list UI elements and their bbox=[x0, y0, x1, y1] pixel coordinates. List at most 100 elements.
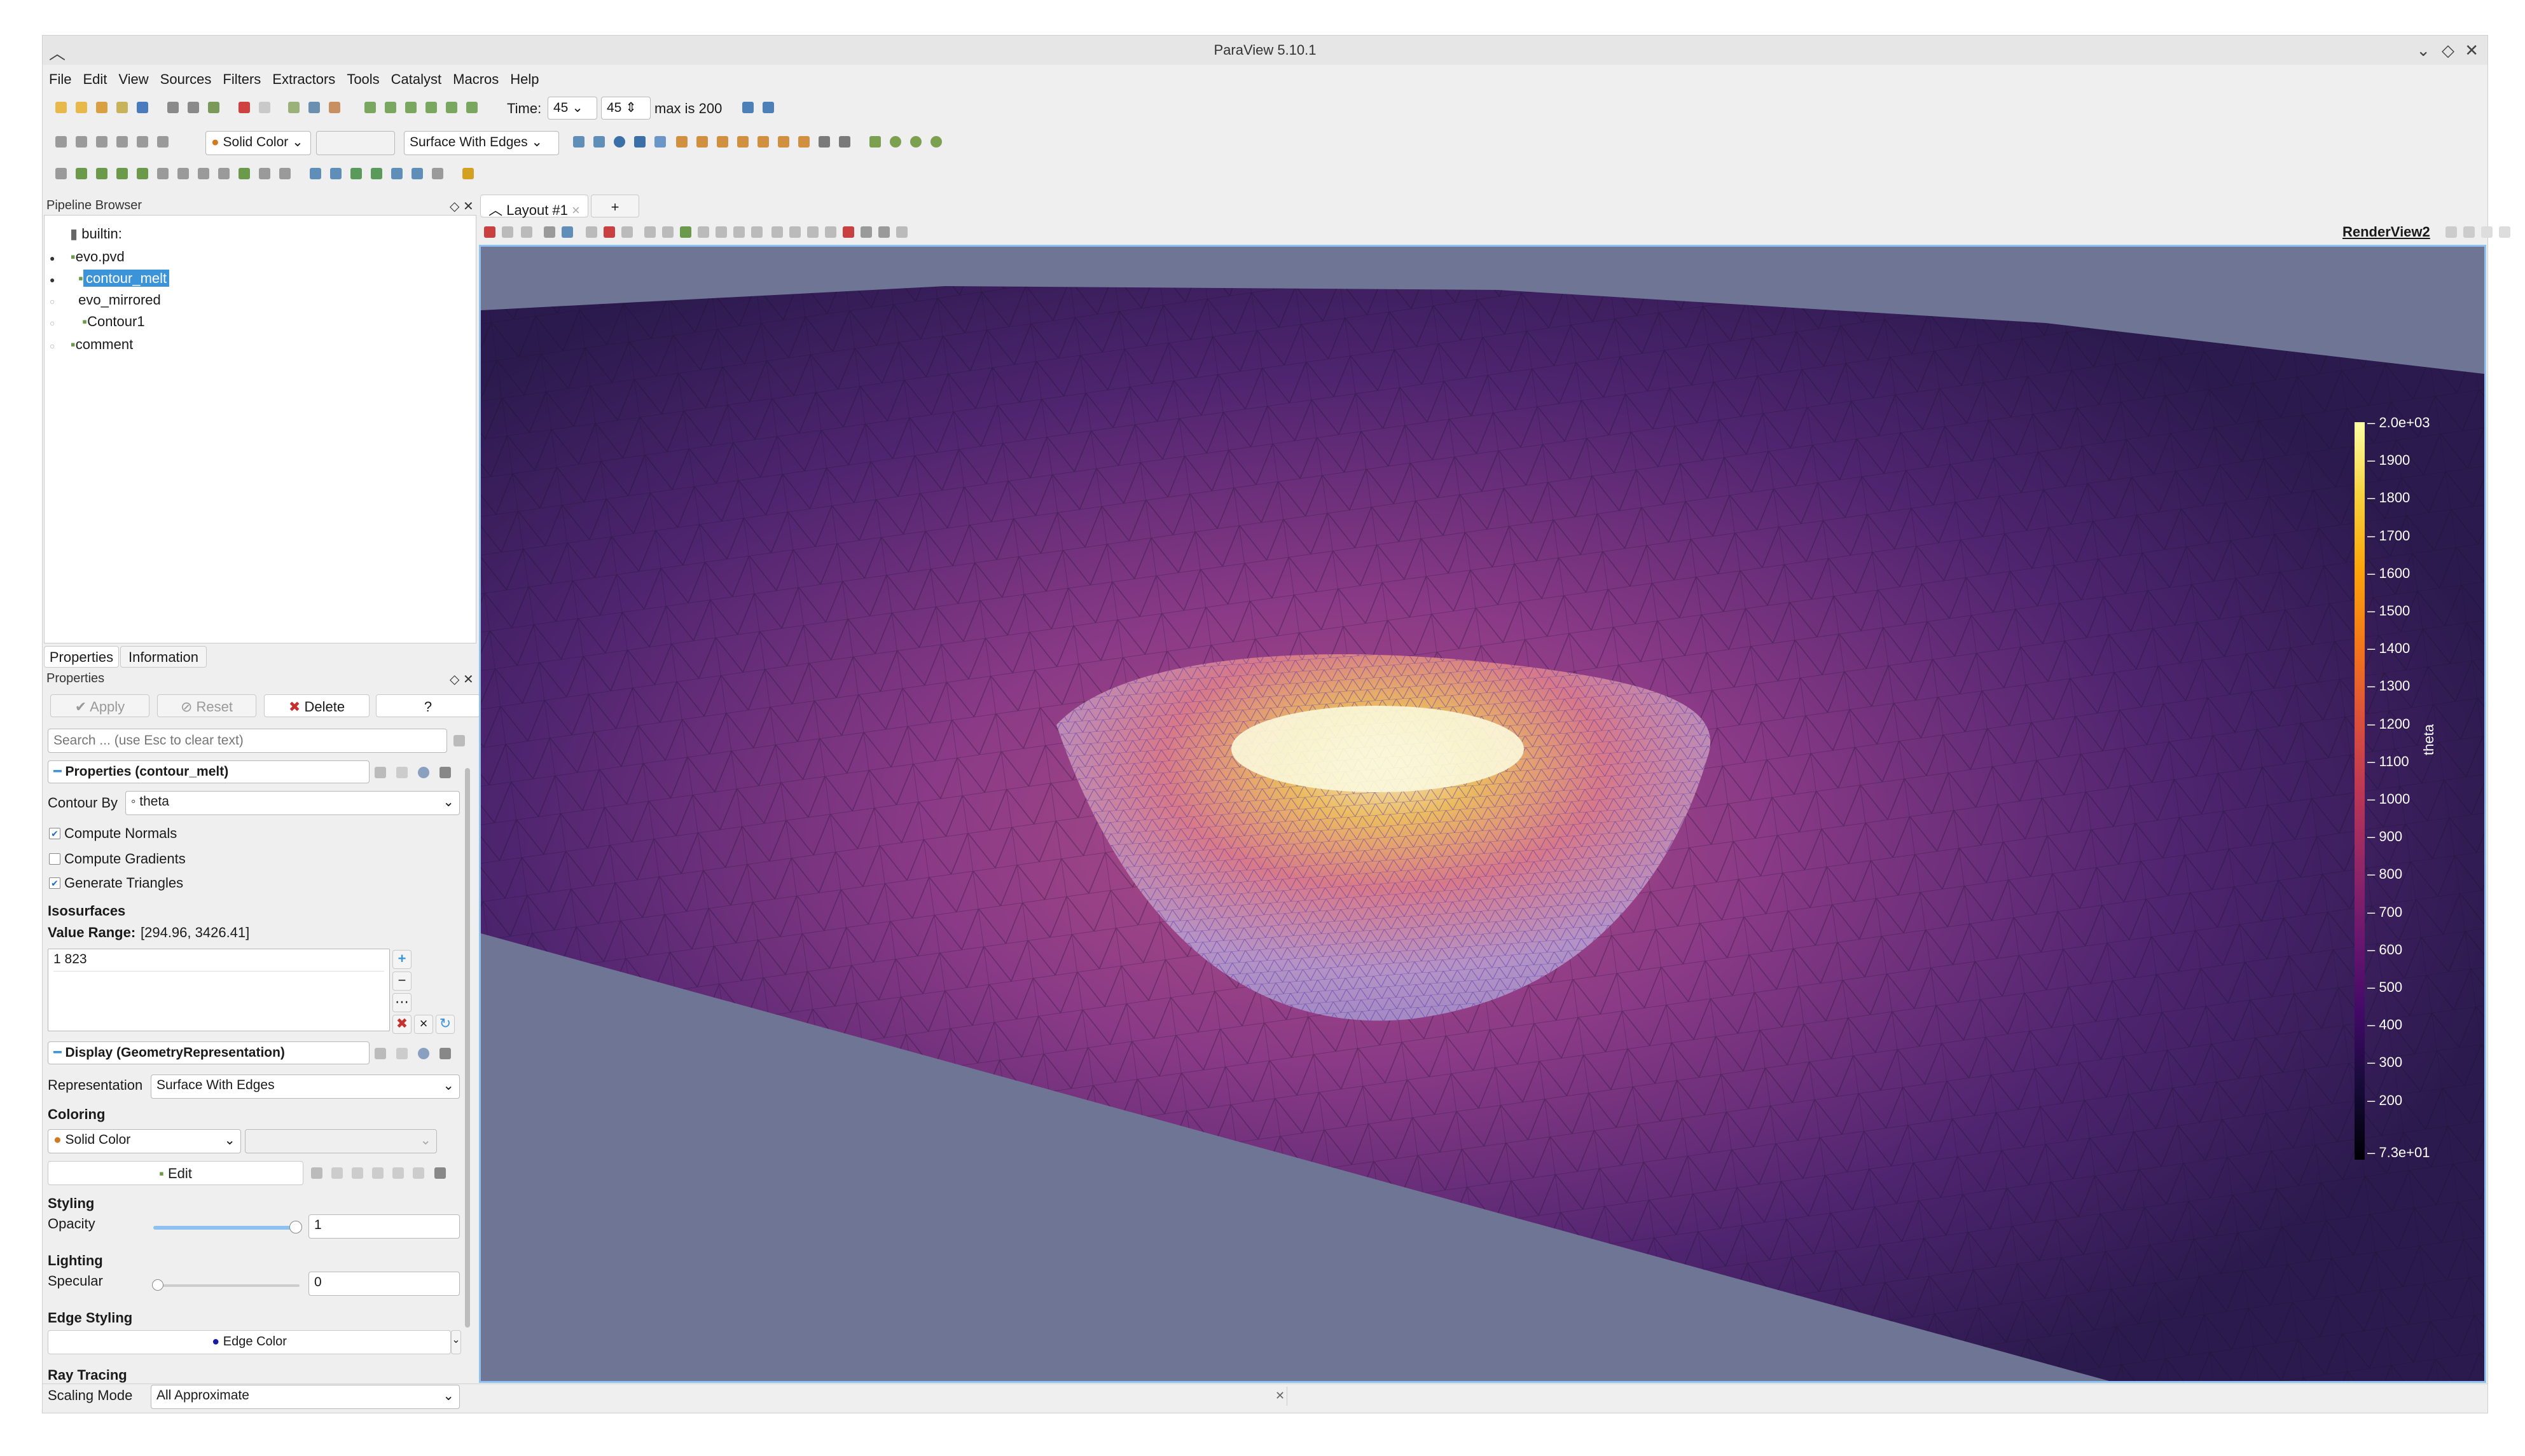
sel-clear-icon[interactable] bbox=[751, 226, 763, 238]
apply-button[interactable]: ✔ Apply bbox=[50, 694, 149, 717]
next-frame-icon[interactable] bbox=[425, 102, 437, 113]
pipeline-item-builtin[interactable]: ▮ builtin: bbox=[70, 226, 122, 242]
contour-by-select[interactable]: ◦ theta ⌄ bbox=[125, 791, 460, 815]
render-scene[interactable] bbox=[481, 247, 2484, 1381]
axes-grid-icon[interactable] bbox=[869, 136, 881, 148]
maximize-view-icon[interactable] bbox=[2481, 226, 2493, 238]
view-plus-z-icon[interactable] bbox=[737, 136, 749, 148]
warp-icon[interactable] bbox=[218, 168, 230, 179]
close-icon[interactable]: ✕ bbox=[2465, 41, 2479, 60]
menu-extractors[interactable]: Extractors bbox=[266, 65, 340, 88]
capture-icon[interactable] bbox=[484, 226, 495, 238]
disconnect-icon[interactable] bbox=[167, 102, 179, 113]
find-data-icon[interactable] bbox=[763, 102, 774, 113]
reset-center-icon[interactable] bbox=[930, 136, 942, 148]
sel-surface-points-icon[interactable] bbox=[604, 226, 615, 238]
toggle-icon[interactable] bbox=[55, 136, 67, 148]
rescale-icon[interactable] bbox=[76, 136, 87, 148]
search-input[interactable] bbox=[48, 729, 447, 753]
opacity-slider[interactable] bbox=[153, 1226, 296, 1230]
view-zoom-icon[interactable] bbox=[562, 226, 573, 238]
sel-shrink-icon[interactable] bbox=[733, 226, 745, 238]
component-select[interactable] bbox=[316, 131, 395, 155]
extract-level-icon[interactable] bbox=[259, 168, 270, 179]
pipeline-item-contour1[interactable]: ○ ▪Contour1 bbox=[50, 313, 145, 330]
pipeline-undock-icon[interactable]: ◇ ✕ bbox=[450, 198, 474, 214]
menu-help[interactable]: Help bbox=[504, 65, 544, 88]
sel-edit-icon[interactable] bbox=[825, 226, 836, 238]
view-plus-x-icon[interactable] bbox=[654, 136, 666, 148]
time-index-spinbox[interactable]: 45 ⇕ bbox=[601, 97, 651, 120]
plot-over-line-icon[interactable] bbox=[279, 168, 291, 179]
isovalue-item[interactable]: 1 823 bbox=[53, 952, 384, 972]
slice-icon[interactable] bbox=[116, 168, 128, 179]
save-data-icon[interactable] bbox=[96, 102, 107, 113]
select-cells-icon[interactable] bbox=[310, 168, 321, 179]
clear-selection-icon[interactable] bbox=[432, 168, 443, 179]
calculator-icon[interactable] bbox=[55, 168, 67, 179]
palette-icon[interactable] bbox=[329, 102, 340, 113]
sel-frustum-icon[interactable] bbox=[621, 226, 633, 238]
remove-value-button[interactable]: − bbox=[392, 972, 412, 991]
sel-grow-icon[interactable] bbox=[716, 226, 727, 238]
settings-icon[interactable] bbox=[208, 102, 219, 113]
representation-select-panel[interactable]: Surface With Edges ⌄ bbox=[151, 1075, 460, 1099]
save-state-icon[interactable] bbox=[116, 102, 128, 113]
tab-information[interactable]: Information bbox=[120, 646, 207, 668]
colormap-icon-2[interactable] bbox=[331, 1167, 343, 1179]
first-frame-icon[interactable] bbox=[364, 102, 376, 113]
grow-selection-icon[interactable] bbox=[371, 168, 382, 179]
view-minus-z-icon[interactable] bbox=[758, 136, 769, 148]
view-plus-y-icon[interactable] bbox=[696, 136, 708, 148]
reset-button[interactable]: ⊘ Reset bbox=[157, 694, 256, 717]
close-view-icon[interactable] bbox=[2499, 226, 2510, 238]
save-default-icon[interactable] bbox=[439, 767, 451, 778]
server-icon[interactable] bbox=[188, 102, 199, 113]
colormap-icon-4[interactable] bbox=[372, 1167, 384, 1179]
delete-button[interactable]: ✖ Delete bbox=[264, 694, 370, 717]
render-view[interactable]: theta – 2.0e+03 – 1900 – 1800 – 1700 – 1600 –… bbox=[479, 245, 2486, 1383]
recent-icon[interactable] bbox=[76, 102, 87, 113]
coloring-component-select[interactable]: ⌄ bbox=[245, 1129, 437, 1153]
rescale-visible-icon[interactable] bbox=[116, 136, 128, 148]
view-redo-icon[interactable] bbox=[521, 226, 532, 238]
menu-filters[interactable]: Filters bbox=[216, 65, 266, 88]
clear-icon[interactable]: × bbox=[414, 1015, 433, 1034]
split-vertical-icon[interactable] bbox=[2463, 226, 2475, 238]
status-close-icon[interactable]: ✕ bbox=[1275, 1389, 1285, 1403]
threshold-icon[interactable] bbox=[137, 168, 148, 179]
glyph-icon[interactable] bbox=[177, 168, 189, 179]
view-toggle-icon[interactable] bbox=[544, 226, 555, 238]
opacity-input[interactable]: 1 bbox=[308, 1214, 460, 1239]
pipeline-item-comment[interactable]: ○ ▪comment bbox=[50, 336, 133, 353]
edge-color-dropdown[interactable]: ⌄ bbox=[451, 1330, 461, 1354]
sel-link-icon[interactable] bbox=[843, 226, 854, 238]
add-value-button[interactable]: + bbox=[392, 950, 412, 969]
zoom-icon[interactable] bbox=[742, 102, 754, 113]
menu-file[interactable]: File bbox=[43, 65, 76, 88]
sel-block-icon[interactable] bbox=[662, 226, 674, 238]
view-minus-x-icon[interactable] bbox=[676, 136, 688, 148]
open-icon[interactable] bbox=[55, 102, 67, 113]
select-block-icon[interactable] bbox=[350, 168, 362, 179]
sel-hover-icon[interactable] bbox=[698, 226, 709, 238]
menu-catalyst[interactable]: Catalyst bbox=[385, 65, 446, 88]
sel-add-icon[interactable] bbox=[861, 226, 872, 238]
generate-triangles-checkbox[interactable]: ✔ bbox=[49, 877, 60, 889]
split-horizontal-icon[interactable] bbox=[2445, 226, 2457, 238]
interactive-select-icon[interactable] bbox=[391, 168, 403, 179]
contour-icon[interactable] bbox=[76, 168, 87, 179]
last-frame-icon[interactable] bbox=[446, 102, 457, 113]
tab-layout-1[interactable]: ︿ Layout #1 × bbox=[480, 195, 588, 218]
menu-sources[interactable]: Sources bbox=[154, 65, 217, 88]
reload-icon[interactable] bbox=[418, 767, 429, 778]
rotate-cw-icon[interactable] bbox=[798, 136, 810, 148]
clip-icon[interactable] bbox=[96, 168, 107, 179]
render-view-name[interactable]: RenderView2 bbox=[2342, 224, 2430, 240]
maximize-icon[interactable]: ◇ bbox=[2442, 41, 2454, 60]
coloring-select[interactable]: ● Solid Color ⌄ bbox=[48, 1129, 241, 1153]
sel-polygon-icon[interactable] bbox=[644, 226, 656, 238]
display-paste-icon[interactable] bbox=[396, 1048, 408, 1059]
reset-camera-icon[interactable] bbox=[573, 136, 585, 148]
sel-label-icon[interactable] bbox=[807, 226, 819, 238]
